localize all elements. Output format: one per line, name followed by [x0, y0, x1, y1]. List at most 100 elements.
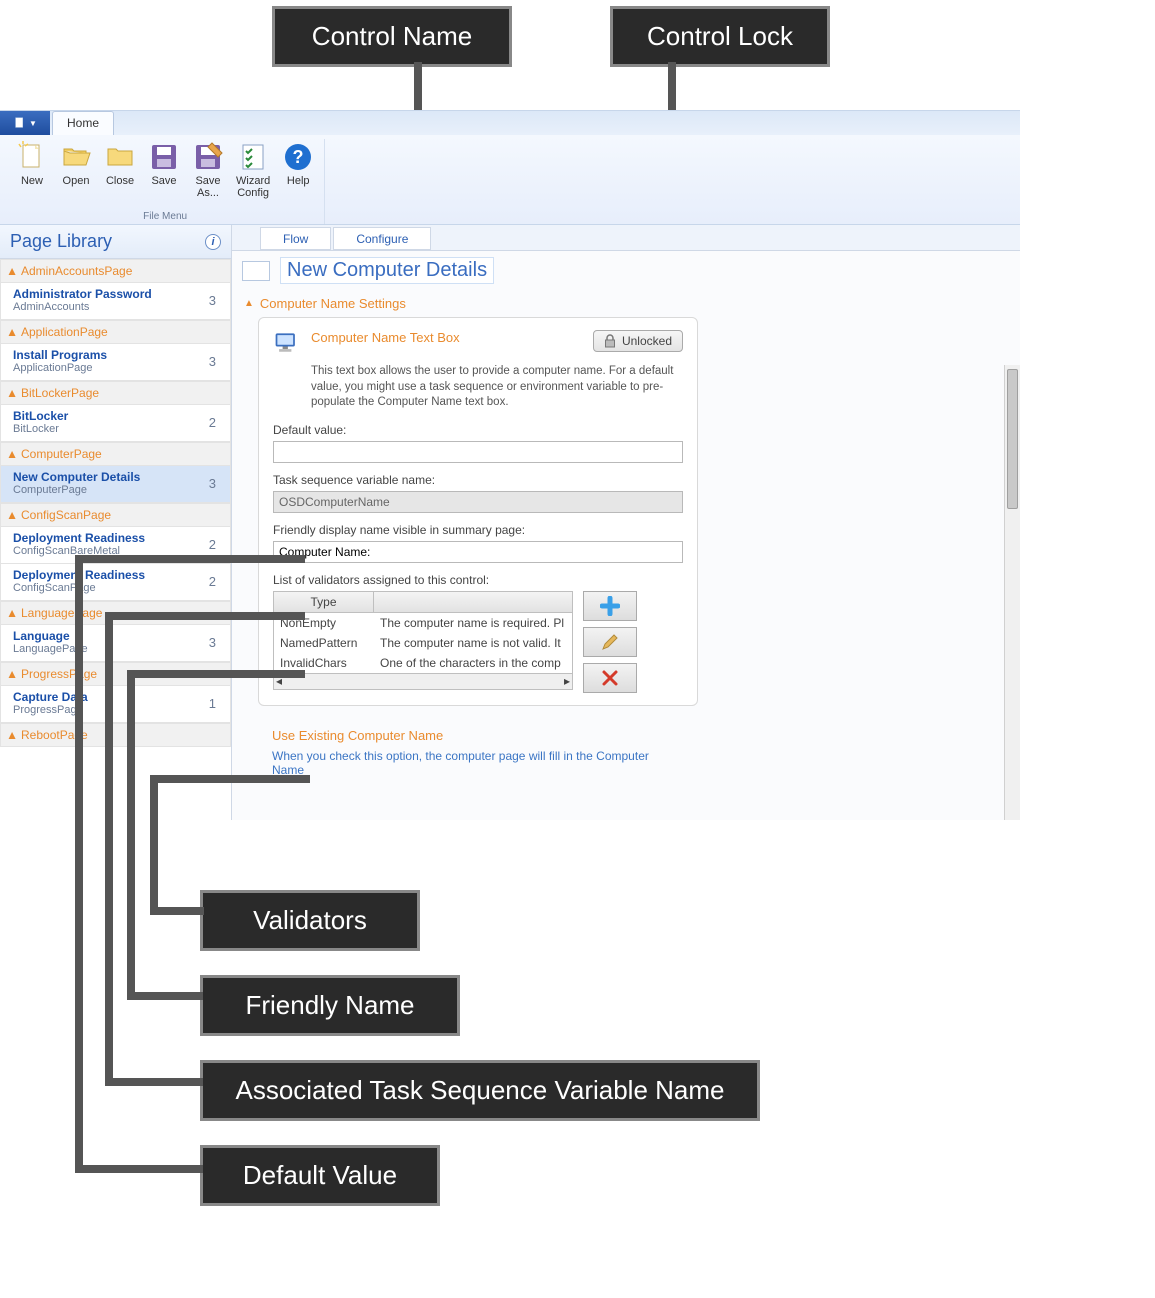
validators-header-type: Type [274, 592, 374, 613]
chevron-up-icon: ▲ [7, 510, 17, 520]
tab-configure[interactable]: Configure [333, 227, 431, 250]
library-section-header[interactable]: ▲ComputerPage [0, 442, 231, 466]
dropdown-icon: ▼ [29, 119, 37, 128]
panel-description: This text box allows the user to provide… [311, 364, 683, 411]
checklist-icon [237, 141, 269, 173]
line-default-v [75, 555, 83, 1170]
help-button[interactable]: ? Help [276, 139, 320, 201]
library-item-title: Administrator Password [13, 287, 152, 301]
info-icon[interactable]: i [205, 234, 221, 250]
validators-table[interactable]: Type NonEmptyThe computer name is requir… [273, 591, 573, 690]
line-default [75, 555, 305, 563]
tsvar-input[interactable] [273, 491, 683, 513]
lock-label: Unlocked [622, 334, 672, 348]
chevron-up-icon: ▲ [244, 298, 254, 309]
line-friendly-v [127, 670, 135, 995]
page-thumbnail-icon [242, 261, 270, 281]
ribbon-group-file: New Open Close Save Save As... [6, 139, 325, 224]
tab-home[interactable]: Home [52, 111, 114, 135]
library-item-sub: BitLocker [13, 423, 68, 435]
delete-validator-button[interactable] [583, 663, 637, 693]
scroll-area[interactable]: ▲ Computer Name Settings Computer N [232, 290, 1020, 820]
library-item-title: Deployment Readiness [13, 531, 145, 545]
library-item-title: Install Programs [13, 348, 107, 362]
library-item[interactable]: Install ProgramsApplicationPage3 [0, 344, 231, 381]
validator-row[interactable]: NamedPatternThe computer name is not val… [274, 633, 572, 653]
library-item-count: 1 [209, 696, 222, 711]
save-as-icon [192, 141, 224, 173]
library-section-header[interactable]: ▲BitLockerPage [0, 381, 231, 405]
section-use-existing: Use Existing Computer Name When you chec… [258, 720, 698, 777]
use-existing-desc: When you check this option, the computer… [272, 749, 684, 777]
scroll-right-icon[interactable]: ▸ [564, 674, 570, 689]
library-section-header[interactable]: ▲ ConfigScanPage [0, 503, 231, 527]
line-validators-v [150, 775, 158, 910]
new-document-icon [16, 141, 48, 173]
ribbon-label: Save As... [195, 175, 220, 199]
save-button[interactable]: Save [142, 139, 186, 201]
line-tsvar [105, 612, 305, 620]
line-default-h2 [75, 1165, 203, 1173]
ribbon-label: Open [63, 175, 90, 187]
library-item[interactable]: LanguageLanguagePage3 [0, 625, 231, 662]
chevron-up-icon: ▲ [7, 669, 17, 679]
validators-header-desc [374, 592, 572, 613]
tab-flow[interactable]: Flow [260, 227, 331, 250]
library-section-name: LanguagePage [21, 606, 102, 620]
section-computer-name-settings[interactable]: ▲ Computer Name Settings [232, 290, 1006, 317]
callout-default-value: Default Value [200, 1145, 440, 1206]
library-section-header[interactable]: ▲RebootPage [0, 723, 231, 747]
lock-toggle-button[interactable]: Unlocked [593, 330, 683, 352]
library-section-name: ConfigScanPage [21, 508, 111, 522]
x-icon [601, 669, 619, 687]
library-section-header[interactable]: ▲ApplicationPage [0, 320, 231, 344]
ribbon-group-label: File Menu [143, 211, 187, 224]
add-validator-button[interactable] [583, 591, 637, 621]
page-library-list[interactable]: ▲AdminAccountsPageAdministrator Password… [0, 259, 231, 820]
lock-icon [604, 334, 616, 348]
library-item-count: 2 [209, 537, 222, 552]
wizard-config-button[interactable]: Wizard Config [230, 139, 276, 201]
library-item[interactable]: Deployment ReadinessConfigScanPage2 [0, 564, 231, 601]
callout-ts-var: Associated Task Sequence Variable Name [200, 1060, 760, 1121]
library-item[interactable]: Administrator PasswordAdminAccounts 3 [0, 283, 231, 320]
new-button[interactable]: New [10, 139, 54, 201]
library-item-title: BitLocker [13, 409, 68, 423]
page-library-title: Page Library [10, 231, 112, 252]
close-button[interactable]: Close [98, 139, 142, 201]
library-item-sub: AdminAccounts [13, 301, 152, 313]
edit-validator-button[interactable] [583, 627, 637, 657]
content-area: Flow Configure New Computer Details ▲ Co… [232, 225, 1020, 820]
library-item-count: 3 [209, 354, 222, 369]
callout-control-name: Control Name [272, 6, 512, 67]
file-menu-button[interactable]: ▼ [0, 111, 50, 135]
library-item-title: New Computer Details [13, 470, 140, 484]
library-section-header[interactable]: ▲AdminAccountsPage [0, 259, 231, 283]
library-item[interactable]: BitLockerBitLocker 2 [0, 405, 231, 442]
line-friendly-h2 [127, 992, 203, 1000]
save-as-button[interactable]: Save As... [186, 139, 230, 201]
scrollbar-thumb[interactable] [1007, 369, 1018, 509]
ribbon-label: New [21, 175, 43, 187]
open-button[interactable]: Open [54, 139, 98, 201]
label-tsvar: Task sequence variable name: [273, 473, 683, 487]
chevron-up-icon: ▲ [7, 730, 17, 740]
document-icon [13, 116, 27, 130]
vertical-scrollbar[interactable] [1004, 365, 1020, 820]
library-item[interactable]: New Computer DetailsComputerPage3 [0, 466, 231, 503]
app-window: ▼ Home New Open Close [0, 110, 1020, 820]
library-item[interactable]: Capture DataProgressPage1 [0, 686, 231, 723]
svg-text:?: ? [293, 147, 304, 167]
page-title: New Computer Details [280, 257, 494, 284]
validator-row[interactable]: InvalidCharsOne of the characters in the… [274, 653, 572, 673]
library-item-count: 3 [209, 476, 222, 491]
library-item-count: 2 [209, 415, 222, 430]
friendly-name-input[interactable] [273, 541, 683, 563]
use-existing-title: Use Existing Computer Name [272, 728, 684, 743]
monitor-icon [273, 330, 301, 356]
ribbon-label: Save [151, 175, 176, 187]
validator-row[interactable]: NonEmptyThe computer name is required. P… [274, 613, 572, 633]
horizontal-scrollbar[interactable]: ◂ ▸ [274, 673, 572, 689]
default-value-input[interactable] [273, 441, 683, 463]
library-item-count: 3 [209, 293, 222, 308]
